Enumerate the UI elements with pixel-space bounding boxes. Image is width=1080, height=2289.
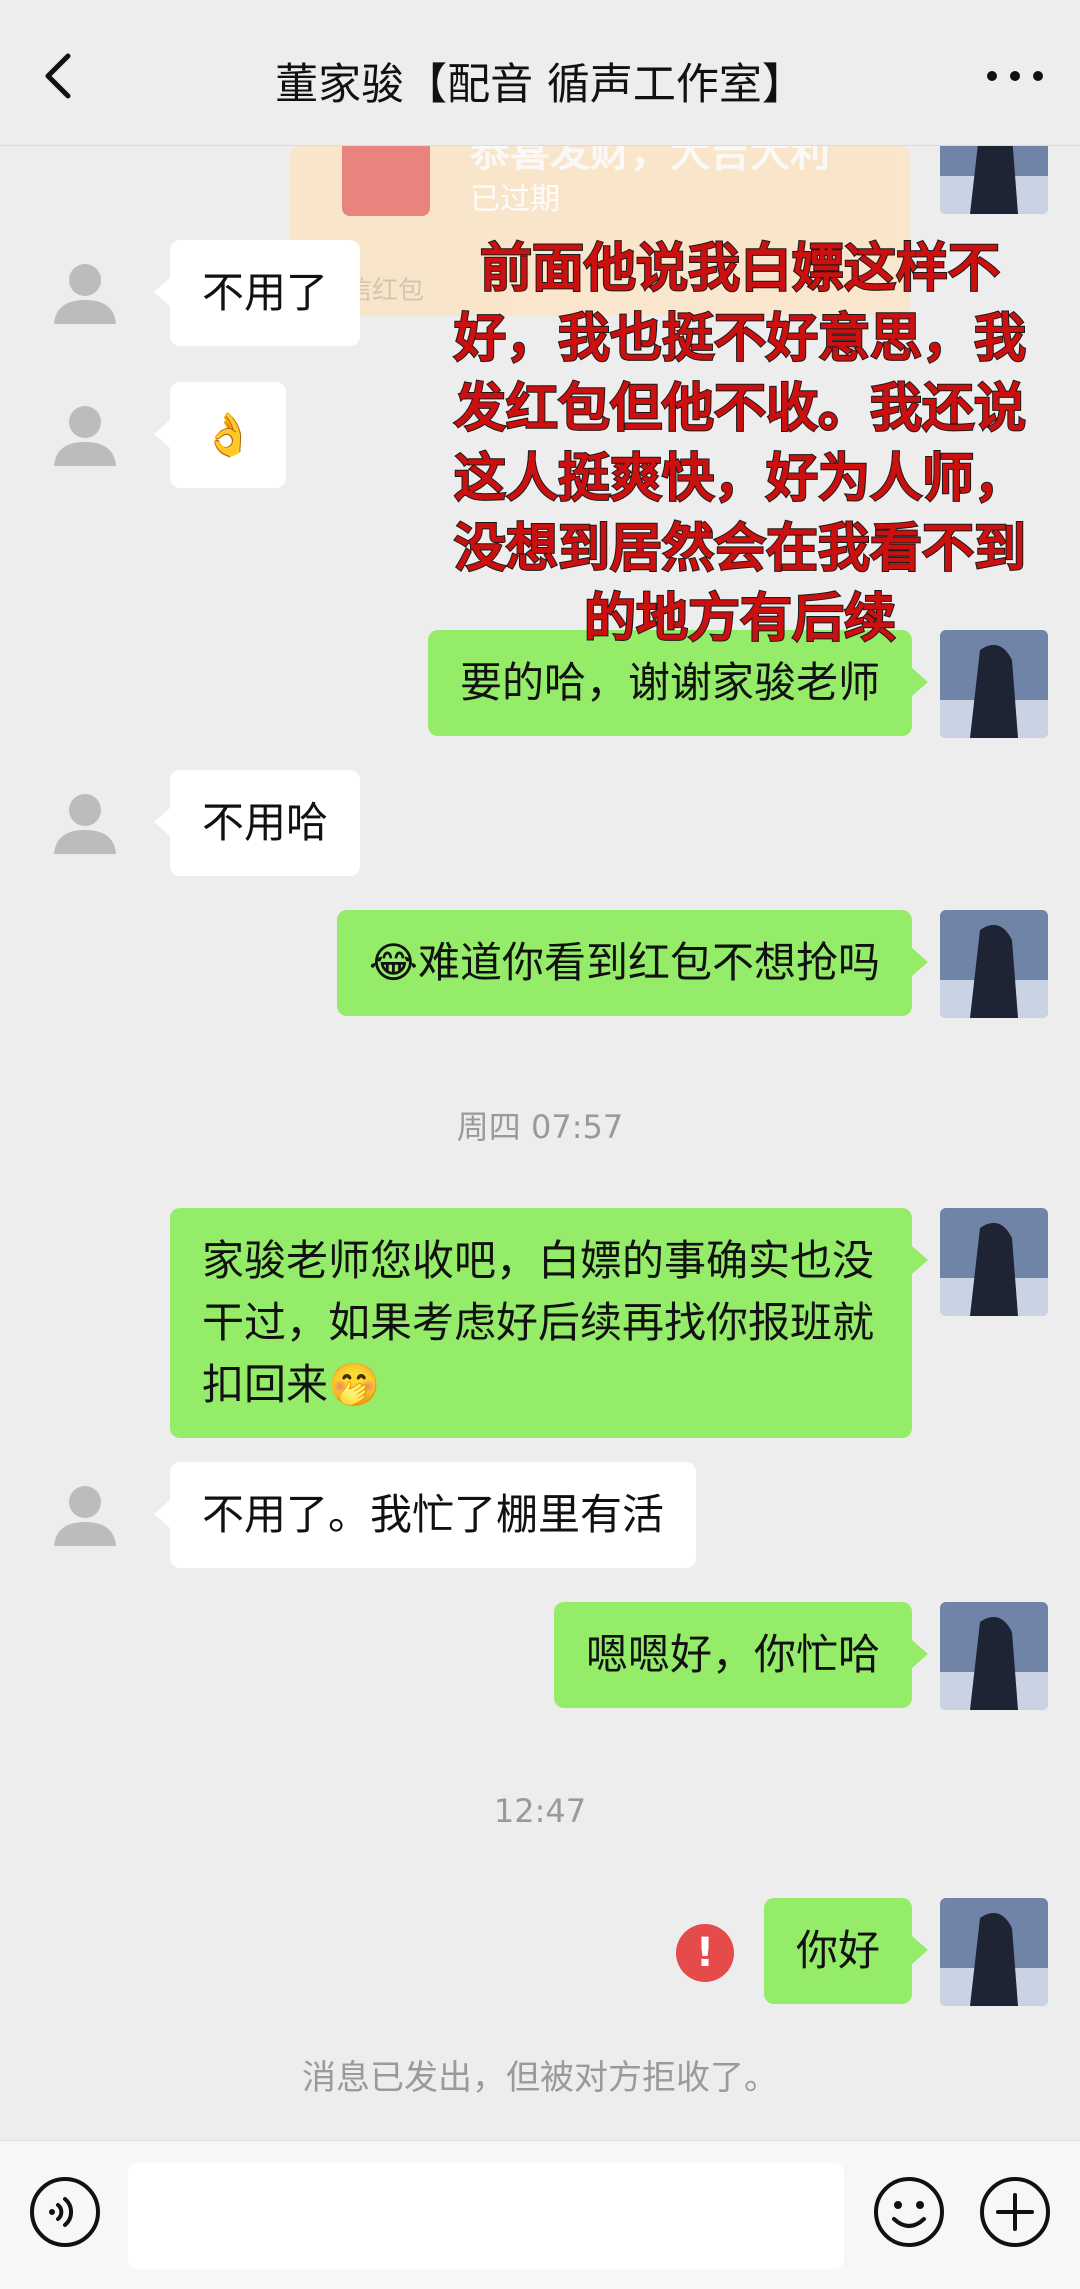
message-bubble[interactable]: 😂难道你看到红包不想抢吗: [336, 910, 929, 1016]
message-input[interactable]: [128, 2163, 844, 2269]
message-bubble[interactable]: 不用了: [153, 240, 361, 346]
timestamp: 12:47: [493, 1792, 587, 1830]
emoji-icon[interactable]: [872, 2175, 946, 2249]
timestamp: 周四 07:57: [456, 1108, 624, 1146]
input-bar: [0, 2140, 1080, 2289]
default-avatar-icon[interactable]: [48, 398, 122, 472]
message-bubble[interactable]: 不用了。我忙了棚里有活: [153, 1462, 697, 1568]
default-avatar-icon[interactable]: [48, 256, 122, 330]
voice-input-icon[interactable]: [28, 2175, 102, 2249]
red-packet-status: 已过期: [470, 182, 560, 217]
more-icon[interactable]: [980, 56, 1050, 96]
send-failed-icon[interactable]: !: [676, 1924, 734, 1982]
plus-icon[interactable]: [978, 2175, 1052, 2249]
chat-area[interactable]: 恭喜发财，大吉大利 已过期 微信红包 前面他说我白嫖这样不好，我也挺不好意思，我…: [0, 146, 1080, 2140]
self-avatar[interactable]: [940, 1208, 1048, 1316]
red-packet-icon: [342, 146, 430, 216]
chat-title: 董家骏【配音 循声工作室】: [275, 60, 805, 110]
message-bubble[interactable]: 不用哈: [153, 770, 361, 876]
self-avatar[interactable]: [940, 1602, 1048, 1710]
self-avatar[interactable]: [940, 146, 1048, 214]
message-bubble[interactable]: 👌: [153, 382, 287, 488]
message-bubble[interactable]: 家骏老师您收吧，白嫖的事确实也没干过，如果考虑好后续再找你报班就扣回来🤭: [170, 1208, 928, 1438]
message-bubble[interactable]: 你好: [763, 1898, 929, 2004]
self-avatar[interactable]: [940, 1898, 1048, 2006]
message-bubble[interactable]: 嗯嗯好，你忙哈: [553, 1602, 929, 1708]
default-avatar-icon[interactable]: [48, 1478, 122, 1552]
back-icon[interactable]: [30, 46, 90, 106]
default-avatar-icon[interactable]: [48, 786, 122, 860]
self-avatar[interactable]: [940, 910, 1048, 1018]
top-bar: 董家骏【配音 循声工作室】: [0, 0, 1080, 146]
system-notice: 消息已发出，但被对方拒收了。: [302, 2058, 778, 2098]
annotation-overlay-text: 前面他说我白嫖这样不好，我也挺不好意思，我发红包但他不收。我还说这人挺爽快，好为…: [453, 238, 1027, 650]
